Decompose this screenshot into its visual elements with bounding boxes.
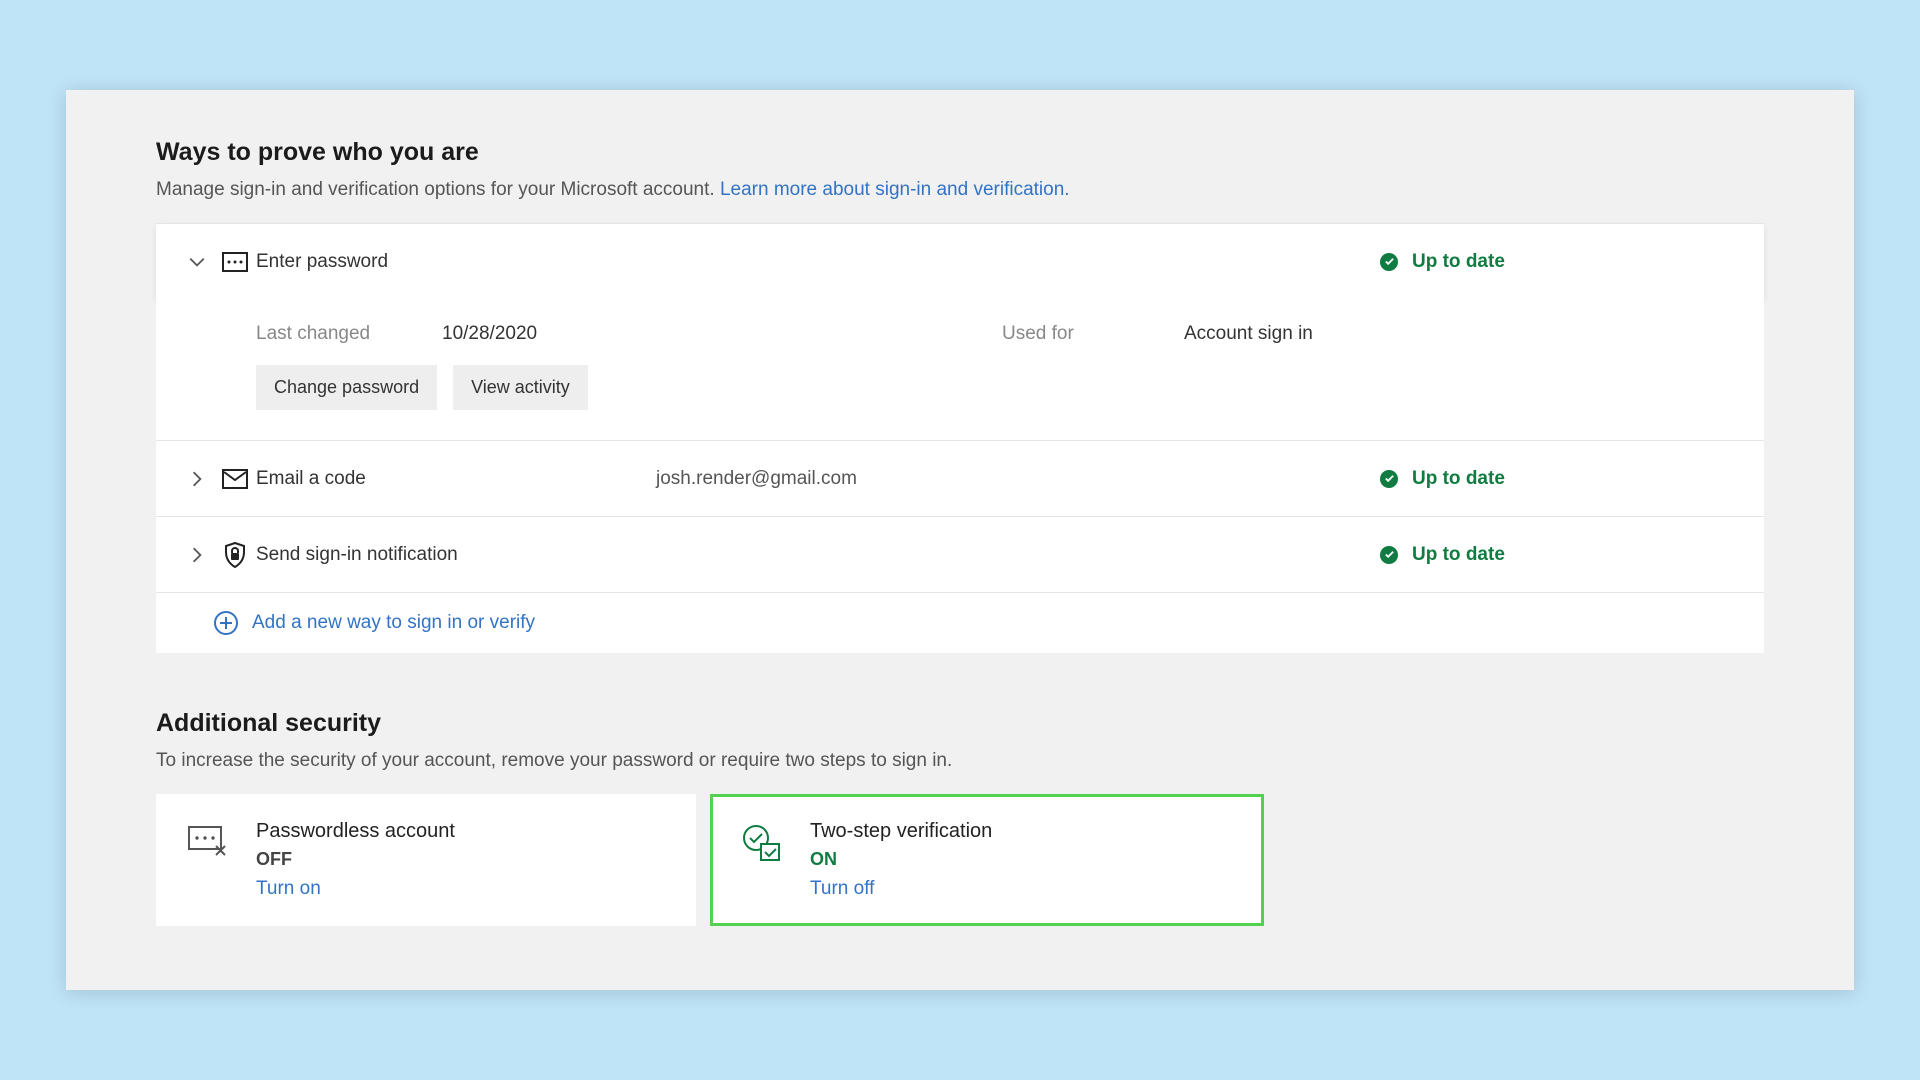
last-changed-label: Last changed <box>256 323 442 345</box>
section-title: Additional security <box>156 709 1764 738</box>
used-for-label: Used for <box>1002 323 1184 345</box>
chevron-right-icon <box>180 546 214 564</box>
card-title: Two-step verification <box>810 820 1234 843</box>
check-circle-icon <box>1380 470 1398 488</box>
section-title: Ways to prove who you are <box>156 138 1764 167</box>
card-state: OFF <box>256 849 666 870</box>
envelope-icon <box>214 469 256 489</box>
row-label: Email a code <box>256 468 656 490</box>
email-code-row[interactable]: Email a code josh.render@gmail.com Up to… <box>156 441 1764 517</box>
passwordless-account-card: Passwordless account OFF Turn on <box>156 794 696 926</box>
last-changed-value: 10/28/2020 <box>442 323 1002 345</box>
status-badge: Up to date <box>1380 251 1740 273</box>
two-step-verification-card: Two-step verification ON Turn off <box>710 794 1264 926</box>
plus-circle-icon <box>214 611 238 635</box>
status-badge: Up to date <box>1380 468 1740 490</box>
card-state: ON <box>810 849 1234 870</box>
double-check-icon <box>740 820 784 862</box>
password-icon <box>214 252 256 272</box>
check-circle-icon <box>1380 253 1398 271</box>
section-description: Manage sign-in and verification options … <box>156 179 1764 201</box>
card-title: Passwordless account <box>256 820 666 843</box>
password-details-panel: Last changed 10/28/2020 Used for Account… <box>156 299 1764 441</box>
change-password-button[interactable]: Change password <box>256 365 437 410</box>
shield-lock-icon <box>214 542 256 568</box>
row-label: Enter password <box>256 251 656 273</box>
password-x-icon <box>186 820 230 856</box>
view-activity-button[interactable]: View activity <box>453 365 588 410</box>
email-value: josh.render@gmail.com <box>656 468 1380 490</box>
security-settings-page: Ways to prove who you are Manage sign-in… <box>66 90 1854 990</box>
check-circle-icon <box>1380 546 1398 564</box>
signin-notification-row[interactable]: Send sign-in notification Up to date <box>156 517 1764 593</box>
status-badge: Up to date <box>1380 544 1740 566</box>
turn-off-link[interactable]: Turn off <box>810 878 1234 900</box>
row-label: Send sign-in notification <box>256 544 656 566</box>
learn-more-link[interactable]: Learn more about sign-in and verificatio… <box>720 179 1070 200</box>
additional-security-section: Additional security To increase the secu… <box>156 709 1764 926</box>
section-description: To increase the security of your account… <box>156 750 1764 772</box>
add-signin-method-link[interactable]: Add a new way to sign in or verify <box>156 593 1764 653</box>
turn-on-link[interactable]: Turn on <box>256 878 666 900</box>
chevron-right-icon <box>180 470 214 488</box>
ways-to-prove-section: Ways to prove who you are Manage sign-in… <box>156 138 1764 653</box>
enter-password-row[interactable]: Enter password Up to date <box>156 223 1764 299</box>
used-for-value: Account sign in <box>1184 323 1313 345</box>
chevron-down-icon <box>180 253 214 271</box>
